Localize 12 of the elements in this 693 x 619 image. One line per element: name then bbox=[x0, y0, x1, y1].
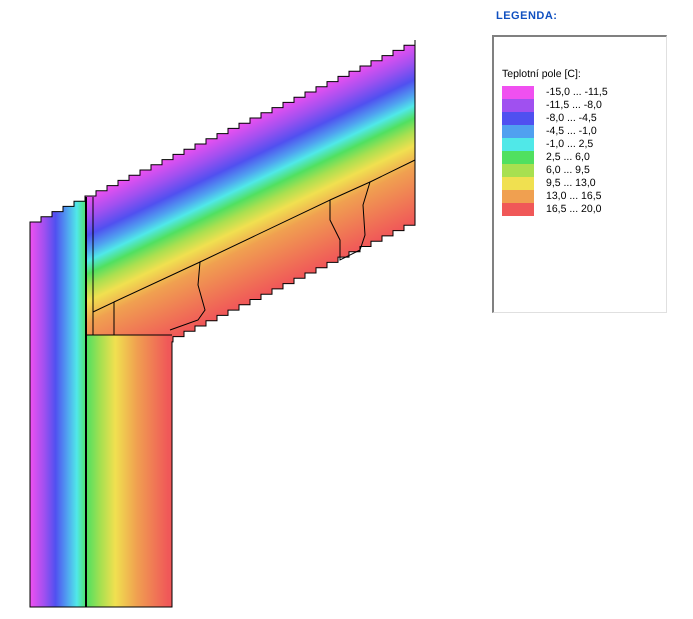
range-label: 9,5 ... 13,0 bbox=[546, 177, 597, 190]
range-label: 6,0 ... 9,5 bbox=[546, 164, 591, 178]
range-label: 2,5 ... 6,0 bbox=[546, 151, 591, 164]
range-label: 16,5 ... 20,0 bbox=[546, 203, 602, 216]
range-label: -4,5 ... -1,0 bbox=[546, 125, 598, 138]
range-label: -11,5 ... -8,0 bbox=[546, 99, 603, 112]
legend-label: Teplotní pole [C]: bbox=[502, 66, 582, 82]
range-label: 13,0 ... 16,5 bbox=[546, 190, 602, 204]
range-label: -15,0 ... -11,5 bbox=[546, 86, 608, 100]
range-label: -1,0 ... 2,5 bbox=[546, 138, 594, 152]
legend-title: LEGENDA: bbox=[496, 9, 558, 24]
range-label: -8,0 ... -4,5 bbox=[546, 112, 598, 126]
